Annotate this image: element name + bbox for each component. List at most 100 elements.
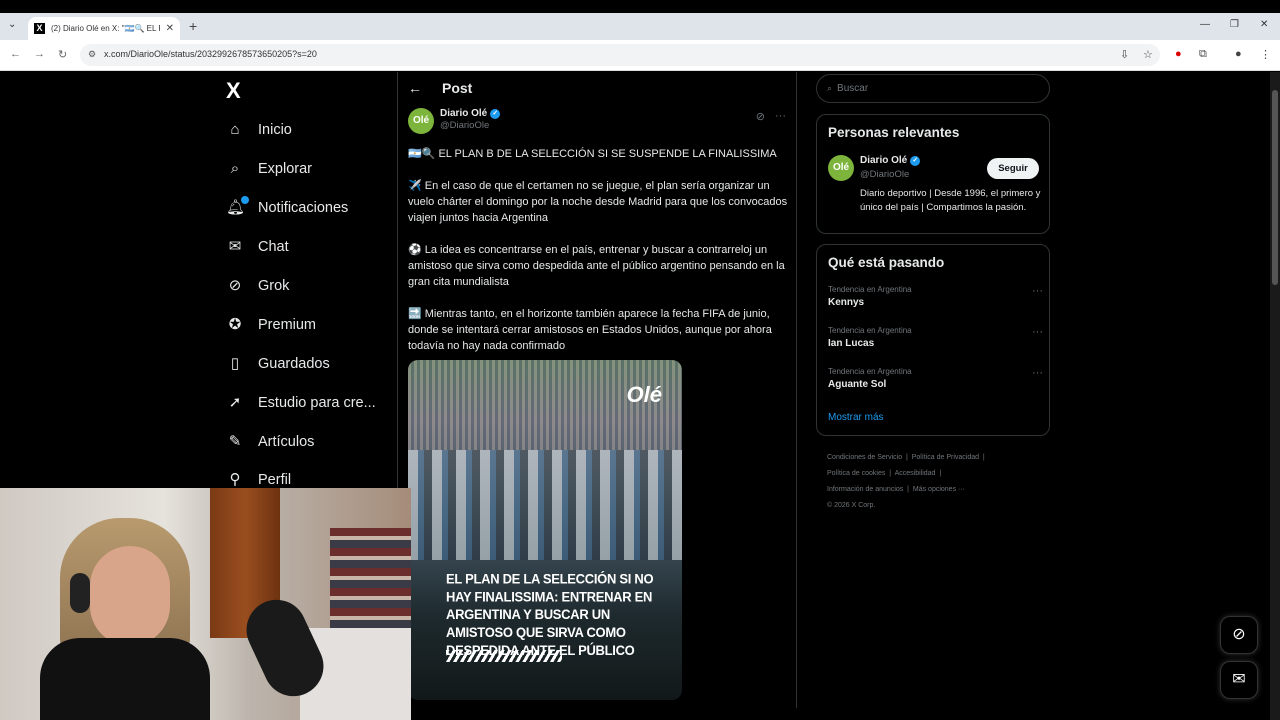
nav-item-chat[interactable]: ✉ Chat [226,235,289,259]
trend-name: Aguante Sol [828,379,887,390]
post-author[interactable]: Diario Olé ✓ @DiarioOle [440,108,501,131]
profile-icon: ⚲ [229,471,241,488]
nav-item-label: Perfil [258,472,292,488]
more-options-icon[interactable]: ··· [1032,285,1043,297]
nav-item-label: Explorar [258,161,312,177]
profile-avatar-icon[interactable]: ● [1235,48,1242,60]
webcam-person [40,518,210,720]
url-field[interactable]: ⚙ x.com/DiarioOle/status/203299267857365… [80,44,1160,66]
browser-tab-strip: ⌄ X (2) Diario Olé en X: "🇦🇷🔍 EL PL ✕ + … [0,13,1280,40]
url-text: x.com/DiarioOle/status/20329926785736502… [104,49,317,59]
footer-more-link[interactable]: Más opciones ··· [913,486,965,493]
nav-item-label: Estudio para cre... [258,395,376,411]
footer-accessibility-link[interactable]: Accesibilidad [895,470,936,477]
reload-icon[interactable]: ↻ [58,48,67,61]
trending-card: Qué está pasando Tendencia en Argentina … [816,244,1050,436]
avatar[interactable]: Olé [828,155,854,181]
post-paragraph: ⚽ La idea es concentrarse en el país, en… [408,244,785,288]
nav-item-label: Artículos [258,434,315,450]
nav-item-label: Chat [258,239,289,255]
footer-privacy-link[interactable]: Política de Privacidad [912,454,979,461]
browser-tab[interactable]: X (2) Diario Olé en X: "🇦🇷🔍 EL PL ✕ [28,17,180,40]
nav-item-notificaciones[interactable]: 🔔︎ Notificaciones [226,196,348,220]
post-actions: ⊘ ··· [756,110,786,123]
messages-float-button[interactable]: ✉ [1220,661,1258,699]
grok-icon: ⊘ [228,277,242,294]
address-bar: ← → ↻ ⚙ x.com/DiarioOle/status/203299267… [0,40,1280,71]
tab-close-icon[interactable]: ✕ [166,23,174,34]
site-info-icon[interactable]: ⚙ [88,49,96,60]
verified-badge-icon: ✓ [910,155,921,166]
footer-ads-link[interactable]: Información de anuncios [827,486,903,493]
bell-icon: 🔔︎ [226,196,249,217]
search-input[interactable]: ⌕ Buscar [816,74,1050,103]
post-image[interactable]: Olé EL PLAN DE LA SELECCIÓN SI NO HAY FI… [408,360,682,700]
relevant-handle: @DiarioOle [860,169,910,180]
trend-item[interactable]: Tendencia en Argentina Aguante Sol ··· [828,367,1043,390]
page-title: Post [442,80,473,96]
install-icon[interactable]: ⇩ [1120,48,1129,61]
post-paragraph: ✈️ En el caso de que el certamen no se j… [408,180,788,224]
more-options-icon[interactable]: ··· [1032,367,1043,379]
image-stripes [446,650,562,662]
trend-meta: Tendencia en Argentina [828,367,912,376]
extensions-icon[interactable]: ⧉ [1199,48,1207,61]
browser-menu-icon[interactable]: ⋮ [1260,48,1271,61]
page-scrollbar[interactable] [1270,72,1280,720]
opera-icon[interactable]: ● [1175,48,1182,60]
nav-item-inicio[interactable]: ⌂ Inicio [226,118,291,142]
back-arrow-icon[interactable]: ← [408,80,422,96]
relevant-name-row[interactable]: Diario Olé ✓ [860,155,921,166]
window-close-icon[interactable]: ✕ [1260,19,1268,30]
more-options-icon[interactable]: ··· [775,110,786,123]
column-divider [796,72,797,708]
more-options-icon[interactable]: ··· [1032,326,1043,338]
post-paragraph: 🔜 Mientras tanto, en el horizonte tambié… [408,308,772,352]
nav-item-premium[interactable]: ✪ Premium [226,313,316,337]
nav-item-estudio[interactable]: ➚ Estudio para cre... [226,391,376,415]
show-more-link[interactable]: Mostrar más [828,412,884,423]
relevant-people-title: Personas relevantes [828,125,960,140]
forward-icon[interactable]: → [34,48,45,60]
minimize-icon[interactable]: — [1200,19,1210,30]
trend-meta: Tendencia en Argentina [828,326,912,335]
grok-float-button[interactable]: ⊘ [1220,616,1258,654]
search-placeholder: Buscar [837,83,869,94]
nav-item-label: Grok [258,278,290,294]
article-icon: ✎ [228,433,242,450]
author-name-row: Diario Olé ✓ [440,108,501,119]
footer-cookies-link[interactable]: Política de cookies [827,470,885,477]
restore-icon[interactable]: ❐ [1230,19,1239,30]
footer-terms-link[interactable]: Condiciones de Servicio [827,454,902,461]
image-caption: EL PLAN DE LA SELECCIÓN SI NO HAY FINALI… [446,570,654,659]
nav-item-grok[interactable]: ⊘ Grok [226,274,290,298]
tab-search-chevron-icon[interactable]: ⌄ [8,19,20,33]
post-paragraph: 🇦🇷🔍 EL PLAN B DE LA SELECCIÓN SI SE SUSP… [408,148,777,160]
nav-item-label: Notificaciones [258,200,349,216]
relevant-name: Diario Olé [860,155,908,166]
search-icon: ⌕ [230,160,240,177]
scrollbar-thumb[interactable] [1272,90,1278,285]
nav-item-explorar[interactable]: ⌕ Explorar [226,157,312,181]
nav-item-label: Guardados [258,356,330,372]
bookmark-icon: ▯ [230,355,240,372]
trend-item[interactable]: Tendencia en Argentina Ian Lucas ··· [828,326,1043,349]
follow-button[interactable]: Seguir [987,158,1039,179]
nav-item-articulos[interactable]: ✎ Artículos [226,430,315,454]
bookmark-star-icon[interactable]: ☆ [1143,48,1153,61]
nav-item-guardados[interactable]: ▯ Guardados [226,352,330,376]
back-icon[interactable]: ← [10,48,21,60]
trend-item[interactable]: Tendencia en Argentina Kennys ··· [828,285,1043,308]
footer-links: Condiciones de Servicio | Política de Pr… [827,454,985,509]
trending-title: Qué está pasando [828,255,945,270]
x-logo-icon[interactable]: X [226,78,241,104]
home-icon: ⌂ [230,121,240,138]
webcam-face [90,546,170,646]
grok-icon: ⊘ [1232,626,1246,643]
webcam-shirt [40,638,210,720]
avatar[interactable]: Olé [408,108,434,134]
grok-explain-icon[interactable]: ⊘ [756,110,765,123]
screen-top-bar [0,0,1280,13]
new-tab-icon[interactable]: + [189,18,197,34]
trend-name: Kennys [828,297,865,308]
